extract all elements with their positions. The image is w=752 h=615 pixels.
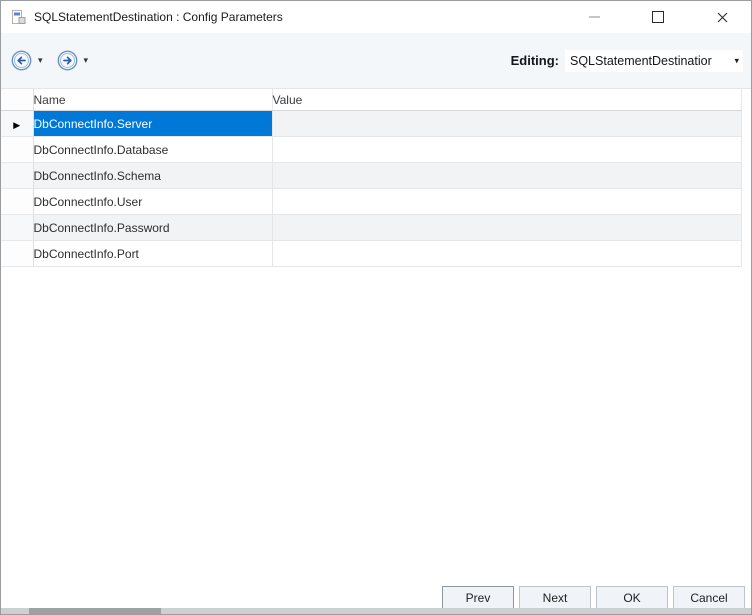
- dropdown-caret-icon: ▾: [84, 55, 89, 65]
- table-row: DbConnectInfo.Schema: [1, 163, 742, 189]
- maximize-button[interactable]: [623, 1, 693, 33]
- dropdown-caret-icon: ▾: [38, 55, 43, 65]
- row-header[interactable]: [1, 189, 33, 215]
- table-row: ▶ DbConnectInfo.Server: [1, 111, 742, 137]
- prev-button[interactable]: Prev: [442, 586, 514, 609]
- row-header-stub: [1, 89, 33, 111]
- name-cell[interactable]: DbConnectInfo.Schema: [33, 163, 272, 189]
- editing-label: Editing:: [511, 53, 559, 68]
- value-cell[interactable]: [272, 189, 742, 215]
- forward-dropdown-button[interactable]: ▾: [80, 56, 93, 65]
- back-dropdown-button[interactable]: ▾: [34, 56, 47, 65]
- forward-arrow-icon: [57, 50, 78, 71]
- column-header-value[interactable]: Value: [272, 89, 742, 111]
- value-cell[interactable]: [272, 137, 742, 163]
- table-row: DbConnectInfo.Password: [1, 215, 742, 241]
- name-cell[interactable]: DbConnectInfo.Password: [33, 215, 272, 241]
- cancel-button[interactable]: Cancel: [673, 586, 745, 609]
- close-icon: [717, 12, 728, 23]
- config-parameters-dialog: SQLStatementDestination : Config Paramet…: [0, 0, 752, 615]
- column-header-name[interactable]: Name: [33, 89, 272, 111]
- value-cell[interactable]: [272, 163, 742, 189]
- value-cell[interactable]: [272, 215, 742, 241]
- forward-button[interactable]: [55, 48, 80, 73]
- next-button[interactable]: Next: [519, 586, 591, 609]
- table-row: DbConnectInfo.User: [1, 189, 742, 215]
- parameters-grid: Name Value ▶ DbConnectInfo.Server DbConn…: [1, 89, 751, 267]
- editing-target-value: SQLStatementDestinatior: [570, 54, 712, 68]
- app-icon: [10, 9, 27, 26]
- ok-button[interactable]: OK: [596, 586, 668, 609]
- row-header[interactable]: ▶: [1, 111, 33, 137]
- row-header[interactable]: [1, 241, 33, 267]
- editing-target-dropdown[interactable]: SQLStatementDestinatior ▾: [565, 50, 743, 72]
- grid-header-row: Name Value: [1, 89, 742, 111]
- title-bar: SQLStatementDestination : Config Paramet…: [1, 1, 751, 33]
- dialog-footer: Prev Next OK Cancel: [442, 586, 745, 609]
- close-button[interactable]: [693, 1, 751, 33]
- window-title: SQLStatementDestination : Config Paramet…: [34, 10, 283, 24]
- navigation-toolbar: ▾ ▾ Editing: SQLStatementDestinatior ▾: [1, 33, 751, 89]
- window-bottom-edge-shadow: [29, 608, 161, 614]
- window-controls: [565, 1, 751, 33]
- row-header[interactable]: [1, 137, 33, 163]
- table-row: DbConnectInfo.Database: [1, 137, 742, 163]
- minimize-icon: [589, 16, 600, 18]
- combo-caret-icon: ▾: [734, 56, 739, 65]
- name-cell[interactable]: DbConnectInfo.User: [33, 189, 272, 215]
- row-header[interactable]: [1, 163, 33, 189]
- value-cell[interactable]: [272, 241, 742, 267]
- value-cell[interactable]: [272, 111, 742, 137]
- name-cell[interactable]: DbConnectInfo.Database: [33, 137, 272, 163]
- row-header[interactable]: [1, 215, 33, 241]
- name-cell[interactable]: DbConnectInfo.Server: [33, 111, 272, 137]
- maximize-icon: [652, 11, 664, 23]
- current-row-indicator-icon: ▶: [13, 120, 20, 130]
- back-arrow-icon: [11, 50, 32, 71]
- name-cell[interactable]: DbConnectInfo.Port: [33, 241, 272, 267]
- minimize-button[interactable]: [565, 1, 623, 33]
- table-row: DbConnectInfo.Port: [1, 241, 742, 267]
- back-button[interactable]: [9, 48, 34, 73]
